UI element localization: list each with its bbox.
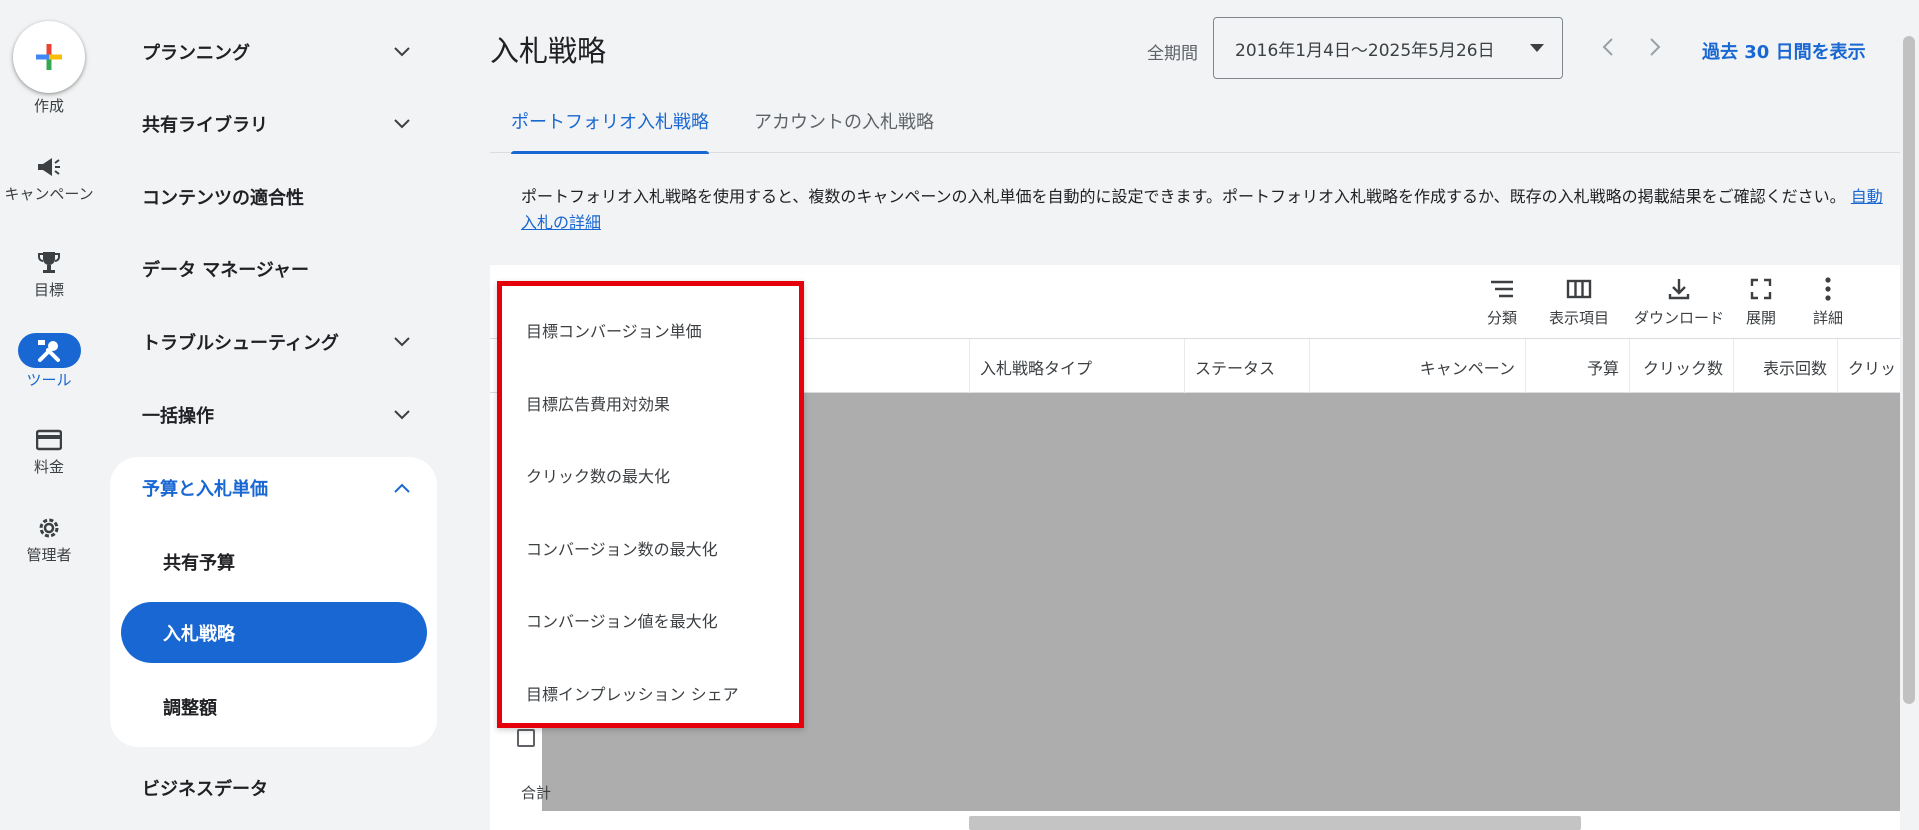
nav-item-troubleshooting[interactable]: トラブルシューティング bbox=[142, 322, 412, 362]
rail-item-billing[interactable]: 料金 bbox=[0, 425, 98, 476]
nav-label: プランニング bbox=[142, 43, 250, 64]
secondary-nav: プランニング 共有ライブラリ コンテンツの適合性 データ マネージャー トラブル… bbox=[98, 0, 450, 830]
gear-icon bbox=[29, 513, 69, 543]
description-text: ポートフォリオ入札戦略を使用すると、複数のキャンペーンの入札単価を自動的に設定で… bbox=[521, 187, 1846, 206]
download-label: ダウンロード bbox=[1633, 309, 1724, 327]
column-header-status[interactable]: ステータス bbox=[1184, 339, 1309, 394]
chevron-down-icon bbox=[392, 332, 412, 352]
nav-item-shared-library[interactable]: 共有ライブラリ bbox=[142, 104, 412, 144]
page-title: 入札戦略 bbox=[490, 34, 607, 68]
nav-label: 共有ライブラリ bbox=[142, 115, 268, 136]
chevron-left-icon bbox=[1602, 38, 1613, 56]
columns-button[interactable]: 表示項目 bbox=[1542, 275, 1616, 328]
columns-label: 表示項目 bbox=[1548, 309, 1609, 327]
nav-label: 一括操作 bbox=[142, 406, 214, 427]
menu-item-maximize-conversions[interactable]: コンバージョン数の最大化 bbox=[526, 536, 718, 560]
column-header-budget[interactable]: 予算 bbox=[1525, 339, 1629, 394]
menu-item-maximize-clicks[interactable]: クリック数の最大化 bbox=[526, 463, 670, 487]
chevron-down-icon bbox=[392, 42, 412, 62]
dropdown-arrow-icon bbox=[1530, 44, 1544, 52]
rail-label-goals: 目標 bbox=[33, 281, 64, 299]
nav-label: データ マネージャー bbox=[142, 260, 310, 281]
nav-sub-shared-budgets[interactable]: 共有予算 bbox=[163, 549, 235, 575]
tab-account-bid-strategies[interactable]: アカウントの入札戦略 bbox=[754, 108, 934, 153]
rail-label-campaigns: キャンペーン bbox=[4, 185, 94, 203]
trophy-icon bbox=[29, 248, 69, 278]
tools-icon bbox=[17, 333, 81, 368]
tab-bar: ポートフォリオ入札戦略 アカウントの入札戦略 bbox=[490, 108, 1900, 154]
date-range-value: 2016年1月4日～2025年5月26日 bbox=[1235, 40, 1495, 61]
credit-card-icon bbox=[29, 425, 69, 455]
nav-label: コンテンツの適合性 bbox=[142, 188, 304, 209]
nav-item-budgets-bids[interactable]: 予算と入札単価 bbox=[142, 468, 412, 508]
nav-label: 予算と入札単価 bbox=[142, 479, 268, 500]
rail-label-billing: 料金 bbox=[33, 458, 64, 476]
column-header-clicks[interactable]: クリック数 bbox=[1629, 339, 1733, 394]
horizontal-scrollbar[interactable] bbox=[969, 816, 1581, 830]
rail-item-admin[interactable]: 管理者 bbox=[0, 513, 98, 564]
rail-item-goals[interactable]: 目標 bbox=[0, 248, 98, 299]
columns-icon bbox=[1564, 275, 1594, 303]
row-checkbox[interactable] bbox=[517, 729, 535, 747]
more-label: 詳細 bbox=[1812, 309, 1843, 327]
more-vert-icon bbox=[1813, 275, 1843, 303]
create-label: 作成 bbox=[33, 97, 64, 115]
total-row-label: 合計 bbox=[521, 784, 552, 802]
column-header-impressions[interactable]: 表示回数 bbox=[1733, 339, 1837, 394]
left-rail: 作成 キャンペーン 目標 ツール 料金 管理者 bbox=[0, 0, 98, 830]
download-button[interactable]: ダウンロード bbox=[1628, 275, 1730, 328]
rail-label-tools: ツール bbox=[26, 371, 72, 389]
chevron-down-icon bbox=[392, 114, 412, 134]
download-icon bbox=[1664, 275, 1694, 303]
menu-item-maximize-conversion-value[interactable]: コンバージョン値を最大化 bbox=[526, 608, 718, 632]
nav-sub-adjustments[interactable]: 調整額 bbox=[163, 694, 217, 720]
next-period-button[interactable] bbox=[1640, 30, 1670, 64]
filter-lines-icon bbox=[1487, 275, 1517, 303]
rail-label-admin: 管理者 bbox=[26, 546, 72, 564]
chevron-right-icon bbox=[1650, 38, 1661, 56]
date-range-select[interactable]: 2016年1月4日～2025年5月26日 bbox=[1213, 17, 1563, 79]
chevron-up-icon bbox=[392, 478, 412, 498]
nav-sub-bid-strategies[interactable]: 入札戦略 bbox=[121, 602, 427, 663]
menu-item-target-roas[interactable]: 目標広告費用対効果 bbox=[526, 391, 670, 415]
segment-button[interactable]: 分類 bbox=[1476, 275, 1528, 328]
column-header-bid-strategy-type[interactable]: 入札戦略タイプ bbox=[969, 339, 1184, 394]
nav-item-content-suitability[interactable]: コンテンツの適合性 bbox=[142, 177, 412, 217]
nav-label: トラブルシューティング bbox=[142, 333, 339, 354]
page-scrollbar-thumb[interactable] bbox=[1903, 36, 1915, 704]
megaphone-icon bbox=[29, 152, 69, 182]
nav-item-data-manager[interactable]: データ マネージャー bbox=[142, 249, 412, 289]
more-button[interactable]: 詳細 bbox=[1807, 275, 1849, 328]
period-label: 全期間 bbox=[1147, 44, 1198, 64]
expand-label: 展開 bbox=[1745, 309, 1776, 327]
menu-item-target-cpa[interactable]: 目標コンバージョン単価 bbox=[526, 318, 702, 342]
nav-label: ビジネスデータ bbox=[142, 779, 268, 800]
menu-item-target-impression-share[interactable]: 目標インプレッション シェア bbox=[526, 681, 739, 705]
rail-item-tools[interactable]: ツール bbox=[0, 333, 98, 389]
create-button[interactable] bbox=[13, 21, 85, 93]
nav-item-bulk-actions[interactable]: 一括操作 bbox=[142, 395, 412, 435]
prev-period-button[interactable] bbox=[1593, 30, 1623, 64]
chevron-down-icon bbox=[392, 405, 412, 425]
bid-strategy-type-menu: 目標コンバージョン単価 目標広告費用対効果 クリック数の最大化 コンバージョン数… bbox=[497, 281, 804, 728]
plus-icon bbox=[36, 44, 62, 70]
segment-label: 分類 bbox=[1486, 309, 1517, 327]
description: ポートフォリオ入札戦略を使用すると、複数のキャンペーンの入札単価を自動的に設定で… bbox=[521, 184, 1891, 236]
show-past-30-days-link[interactable]: 過去 30 日間を表示 bbox=[1702, 38, 1866, 64]
nav-item-business-data[interactable]: ビジネスデータ bbox=[142, 768, 412, 808]
fullscreen-icon bbox=[1746, 275, 1776, 303]
expand-button[interactable]: 展開 bbox=[1740, 275, 1782, 328]
rail-item-campaigns[interactable]: キャンペーン bbox=[0, 152, 98, 203]
nav-item-planning[interactable]: プランニング bbox=[142, 32, 412, 72]
tab-portfolio-bid-strategies[interactable]: ポートフォリオ入札戦略 bbox=[511, 108, 709, 154]
column-header-campaigns[interactable]: キャンペーン bbox=[1309, 339, 1525, 394]
column-header-ctr[interactable]: クリッ bbox=[1837, 339, 1900, 394]
